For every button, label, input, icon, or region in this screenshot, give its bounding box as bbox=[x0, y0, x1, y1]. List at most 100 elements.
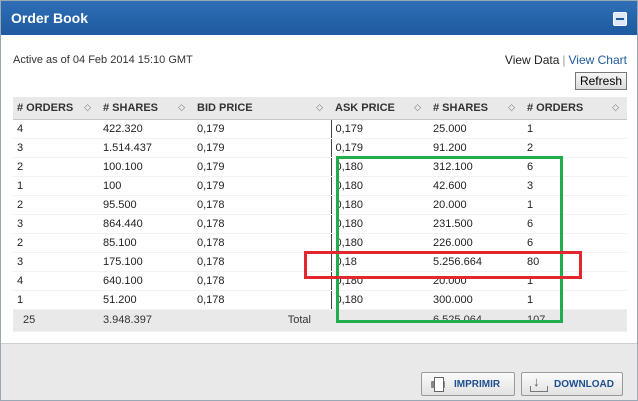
total-bid-shares: 3.948.397 bbox=[99, 308, 193, 332]
bid-price-cell: 0,178 bbox=[193, 233, 331, 253]
ask-price-cell: 0,180 bbox=[330, 233, 429, 253]
totals-row: 25 3.948.397 Total 6.525.064 107 bbox=[13, 308, 627, 332]
ask-price-cell: 0,18 bbox=[330, 252, 429, 272]
print-label: IMPRIMIR bbox=[454, 378, 501, 390]
download-label: DOWNLOAD bbox=[554, 378, 614, 390]
print-button[interactable]: IMPRIMIR bbox=[421, 372, 515, 396]
col-header-ask-shares[interactable]: # SHARES ◇ bbox=[429, 97, 523, 120]
ask-price-cell: 0,180 bbox=[330, 176, 429, 196]
table-row: 3 1.514.437 0,179 0,179 91.200 2 bbox=[13, 138, 627, 158]
col-header-bid-shares[interactable]: # SHARES ◇ bbox=[99, 97, 193, 120]
ask-shares-cell: 25.000 bbox=[429, 119, 523, 139]
view-chart-link[interactable]: View Chart bbox=[569, 53, 627, 67]
active-timestamp: Active as of 04 Feb 2014 15:10 GMT bbox=[13, 54, 193, 66]
total-ask-shares: 6.525.064 bbox=[429, 308, 523, 332]
bid-orders-cell: 3 bbox=[13, 252, 99, 272]
bid-orders-cell: 3 bbox=[13, 138, 99, 158]
ask-orders-cell: 6 bbox=[523, 233, 627, 253]
ask-price-cell: 0,180 bbox=[330, 214, 429, 234]
bid-price-cell: 0,178 bbox=[193, 290, 331, 310]
col-header-ask-price[interactable]: ASK PRICE ◇ bbox=[331, 97, 429, 120]
widget-title: Order Book bbox=[11, 10, 89, 26]
col-header-bid-price[interactable]: BID PRICE ◇ bbox=[193, 97, 331, 120]
sort-icon[interactable]: ◇ bbox=[178, 102, 185, 113]
bid-orders-cell: 4 bbox=[13, 119, 99, 139]
bid-price-cell: 0,178 bbox=[193, 214, 331, 234]
refresh-button[interactable]: Refresh bbox=[574, 72, 627, 90]
ask-price-cell: 0,179 bbox=[330, 138, 429, 158]
sort-icon[interactable]: ◇ bbox=[612, 102, 619, 113]
bid-shares-cell: 51.200 bbox=[99, 290, 193, 310]
view-links: View Data | View Chart bbox=[505, 53, 627, 67]
order-book-table: # ORDERS ◇ # SHARES ◇ BID PRICE ◇ ASK PRICE… bbox=[13, 97, 627, 332]
sort-icon[interactable]: ◇ bbox=[508, 102, 515, 113]
ask-orders-cell: 1 bbox=[523, 290, 627, 310]
bid-shares-cell: 100.100 bbox=[99, 157, 193, 177]
bid-orders-cell: 1 bbox=[13, 176, 99, 196]
bid-price-cell: 0,179 bbox=[193, 176, 331, 196]
total-ask-price-empty bbox=[331, 308, 429, 332]
printer-icon bbox=[430, 377, 446, 392]
bid-shares-cell: 640.100 bbox=[99, 271, 193, 291]
bid-orders-cell: 2 bbox=[13, 157, 99, 177]
bid-shares-cell: 864.440 bbox=[99, 214, 193, 234]
table-row: 2 85.100 0,178 0,180 226.000 6 bbox=[13, 233, 627, 253]
bid-shares-cell: 85.100 bbox=[99, 233, 193, 253]
total-bid-orders: 25 bbox=[13, 308, 99, 332]
table-row: 3 864.440 0,178 0,180 231.500 6 bbox=[13, 214, 627, 234]
ask-shares-cell: 226.000 bbox=[429, 233, 523, 253]
collapse-icon[interactable] bbox=[613, 12, 627, 26]
view-data-link[interactable]: View Data bbox=[505, 53, 559, 67]
ask-shares-cell: 20.000 bbox=[429, 195, 523, 215]
ask-shares-cell: 91.200 bbox=[429, 138, 523, 158]
ask-shares-cell: 20.000 bbox=[429, 271, 523, 291]
total-label: Total bbox=[193, 308, 331, 332]
bid-orders-cell: 2 bbox=[13, 233, 99, 253]
bid-price-cell: 0,179 bbox=[193, 119, 331, 139]
bid-shares-cell: 422.320 bbox=[99, 119, 193, 139]
bid-shares-cell: 100 bbox=[99, 176, 193, 196]
order-book-content: Active as of 04 Feb 2014 15:10 GMT View … bbox=[1, 35, 637, 343]
ask-price-cell: 0,179 bbox=[330, 119, 429, 139]
table-row: 4 640.100 0,178 0,180 20.000 1 bbox=[13, 271, 627, 291]
ask-shares-cell: 312.100 bbox=[429, 157, 523, 177]
col-header-bid-orders[interactable]: # ORDERS ◇ bbox=[13, 97, 99, 120]
col-header-ask-orders[interactable]: # ORDERS ◇ bbox=[523, 97, 627, 120]
ask-orders-cell: 2 bbox=[523, 138, 627, 158]
bid-orders-cell: 4 bbox=[13, 271, 99, 291]
order-book-widget: Order Book Active as of 04 Feb 2014 15:1… bbox=[0, 0, 638, 401]
ask-orders-cell: 1 bbox=[523, 271, 627, 291]
table-header-row: # ORDERS ◇ # SHARES ◇ BID PRICE ◇ ASK PRICE… bbox=[13, 97, 627, 120]
bid-price-cell: 0,179 bbox=[193, 138, 331, 158]
table-row: 2 95.500 0,178 0,180 20.000 1 bbox=[13, 195, 627, 215]
ask-shares-cell: 231.500 bbox=[429, 214, 523, 234]
ask-shares-cell: 5.256.664 bbox=[429, 252, 523, 272]
ask-orders-cell: 1 bbox=[523, 195, 627, 215]
title-bar: Order Book bbox=[1, 1, 637, 35]
footer-toolbar: IMPRIMIR DOWNLOAD bbox=[1, 343, 637, 400]
download-icon bbox=[530, 374, 548, 392]
bid-shares-cell: 175.100 bbox=[99, 252, 193, 272]
bid-orders-cell: 1 bbox=[13, 290, 99, 310]
bid-shares-cell: 1.514.437 bbox=[99, 138, 193, 158]
bid-price-cell: 0,178 bbox=[193, 195, 331, 215]
order-book-rows: 4 422.320 0,179 0,179 25.000 1 3 1.514.437 0,179… bbox=[13, 119, 627, 310]
bid-price-cell: 0,178 bbox=[193, 271, 331, 291]
table-row: 1 100 0,179 0,180 42.600 3 bbox=[13, 176, 627, 196]
ask-orders-cell: 6 bbox=[523, 157, 627, 177]
total-ask-orders: 107 bbox=[523, 308, 627, 332]
sort-icon[interactable]: ◇ bbox=[316, 102, 323, 113]
ask-price-cell: 0,180 bbox=[330, 290, 429, 310]
download-button[interactable]: DOWNLOAD bbox=[521, 372, 623, 396]
sort-icon[interactable]: ◇ bbox=[414, 102, 421, 113]
bid-shares-cell: 95.500 bbox=[99, 195, 193, 215]
bid-price-cell: 0,179 bbox=[193, 157, 331, 177]
link-separator: | bbox=[562, 53, 566, 67]
ask-orders-cell: 80 bbox=[523, 252, 627, 272]
sort-icon[interactable]: ◇ bbox=[84, 102, 91, 113]
ask-orders-cell: 1 bbox=[523, 119, 627, 139]
ask-shares-cell: 300.000 bbox=[429, 290, 523, 310]
ask-price-cell: 0,180 bbox=[330, 195, 429, 215]
ask-orders-cell: 6 bbox=[523, 214, 627, 234]
bid-orders-cell: 3 bbox=[13, 214, 99, 234]
